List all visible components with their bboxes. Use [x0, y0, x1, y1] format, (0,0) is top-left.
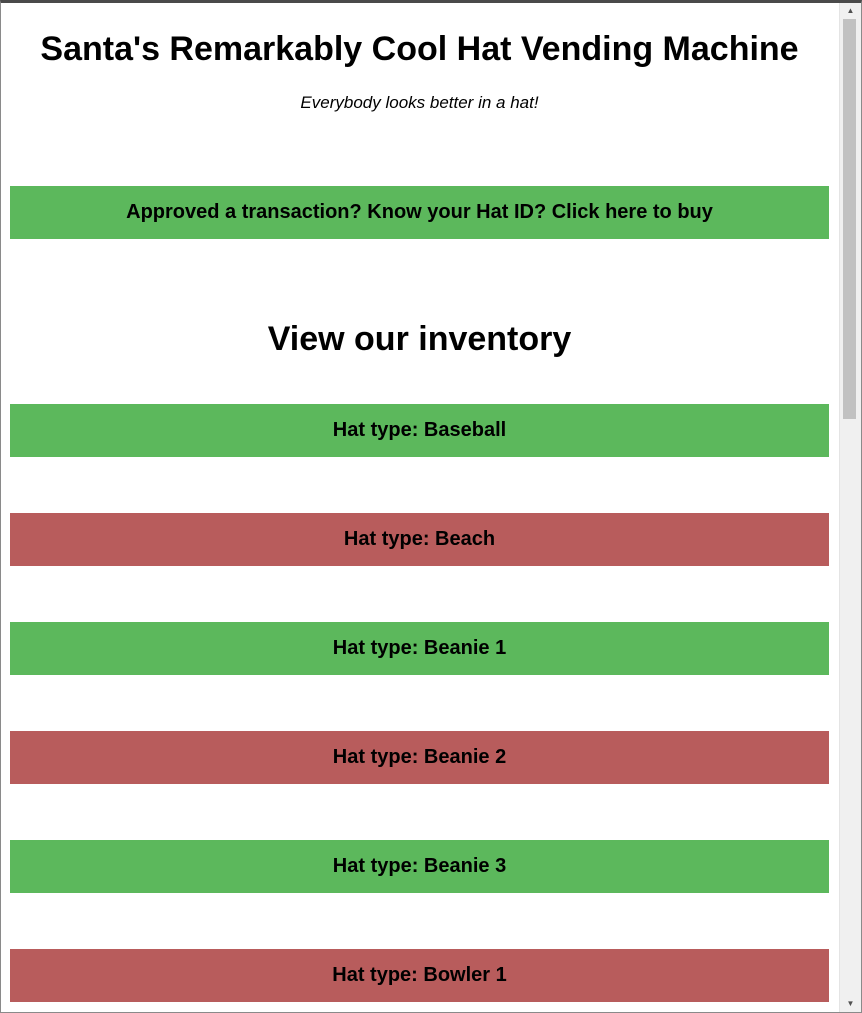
- page-title: Santa's Remarkably Cool Hat Vending Mach…: [40, 30, 799, 68]
- inventory-item-baseball[interactable]: Hat type: Baseball: [10, 404, 829, 457]
- page-viewport: Santa's Remarkably Cool Hat Vending Mach…: [1, 3, 839, 1012]
- scrollbar-thumb[interactable]: [843, 19, 856, 419]
- inventory-heading: View our inventory: [267, 320, 572, 358]
- page-tagline: Everybody looks better in a hat!: [300, 93, 539, 112]
- buy-hat-button[interactable]: Approved a transaction? Know your Hat ID…: [10, 186, 829, 239]
- browser-frame: Santa's Remarkably Cool Hat Vending Mach…: [0, 0, 862, 1013]
- chevron-up-icon[interactable]: ▲: [840, 5, 861, 17]
- chevron-down-icon[interactable]: ▼: [840, 998, 861, 1010]
- inventory-item-bowler-1[interactable]: Hat type: Bowler 1: [10, 949, 829, 1002]
- inventory-item-beanie-3[interactable]: Hat type: Beanie 3: [10, 840, 829, 893]
- inventory-item-beanie-1[interactable]: Hat type: Beanie 1: [10, 622, 829, 675]
- inventory-item-beanie-2[interactable]: Hat type: Beanie 2: [10, 731, 829, 784]
- vertical-scrollbar[interactable]: ▲ ▼: [839, 3, 861, 1012]
- inventory-item-beach[interactable]: Hat type: Beach: [10, 513, 829, 566]
